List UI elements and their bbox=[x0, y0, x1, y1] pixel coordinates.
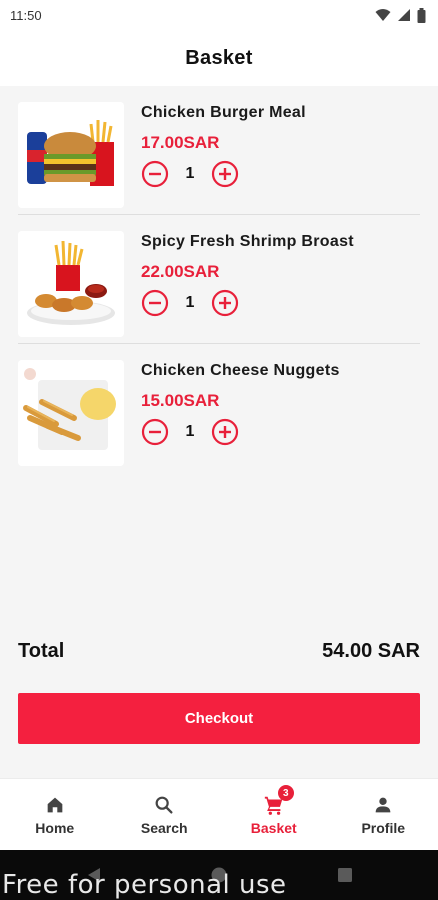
app-header: Basket bbox=[0, 30, 438, 86]
basket-item: Spicy Fresh Shrimp Broast 22.00SAR 1 bbox=[18, 215, 420, 344]
cart-icon: 3 bbox=[262, 785, 294, 817]
status-bar: 11:50 bbox=[0, 0, 438, 30]
shrimp-broast-image bbox=[18, 231, 124, 337]
wifi-icon bbox=[375, 9, 391, 21]
status-icons bbox=[375, 7, 426, 23]
plus-icon[interactable] bbox=[211, 160, 239, 188]
burger-meal-image bbox=[18, 102, 124, 208]
product-image bbox=[18, 231, 124, 337]
cart-count-badge: 3 bbox=[277, 785, 294, 801]
quantity-stepper: 1 bbox=[141, 289, 239, 317]
person-icon bbox=[371, 793, 395, 817]
item-price: 22.00SAR bbox=[141, 262, 220, 281]
product-image bbox=[18, 102, 124, 208]
nav-item-home[interactable]: Home bbox=[0, 779, 110, 850]
quantity-value: 1 bbox=[185, 423, 195, 440]
recents-icon[interactable] bbox=[337, 867, 353, 883]
nav-item-profile[interactable]: Profile bbox=[329, 779, 438, 850]
nav-label: Home bbox=[35, 820, 75, 836]
nav-item-search[interactable]: Search bbox=[110, 779, 220, 850]
minus-icon[interactable] bbox=[141, 289, 169, 317]
total-row: Total 54.00 SAR bbox=[18, 640, 420, 663]
nav-label: Search bbox=[140, 820, 188, 836]
cheese-nuggets-image bbox=[18, 360, 124, 466]
nav-item-basket[interactable]: 3 Basket bbox=[219, 779, 329, 850]
quantity-stepper: 1 bbox=[141, 418, 239, 446]
battery-icon bbox=[417, 7, 426, 23]
plus-icon[interactable] bbox=[211, 289, 239, 317]
quantity-stepper: 1 bbox=[141, 160, 239, 188]
basket-item: Chicken Cheese Nuggets 15.00SAR 1 bbox=[18, 344, 420, 473]
item-name: Chicken Burger Meal bbox=[141, 104, 306, 121]
bottom-nav: Home Search 3 Basket Profile bbox=[0, 778, 438, 850]
item-price: 17.00SAR bbox=[141, 133, 220, 152]
minus-icon[interactable] bbox=[141, 160, 169, 188]
basket-item: Chicken Burger Meal 17.00SAR 1 bbox=[18, 86, 420, 215]
page-title: Basket bbox=[185, 46, 253, 69]
checkout-button[interactable]: Checkout bbox=[18, 693, 420, 744]
quantity-value: 1 bbox=[185, 165, 195, 182]
item-price: 15.00SAR bbox=[141, 391, 220, 410]
plus-icon[interactable] bbox=[211, 418, 239, 446]
quantity-value: 1 bbox=[185, 294, 195, 311]
watermark-text: Free for personal use bbox=[2, 870, 287, 900]
signal-icon bbox=[398, 9, 410, 21]
product-image bbox=[18, 360, 124, 466]
total-value: 54.00 SAR bbox=[322, 640, 420, 662]
item-name: Spicy Fresh Shrimp Broast bbox=[141, 233, 354, 250]
status-time: 11:50 bbox=[10, 7, 42, 23]
item-name: Chicken Cheese Nuggets bbox=[141, 362, 340, 379]
nav-label: Profile bbox=[361, 820, 406, 836]
minus-icon[interactable] bbox=[141, 418, 169, 446]
nav-label: Basket bbox=[250, 820, 297, 836]
search-icon bbox=[152, 793, 176, 817]
total-label: Total bbox=[18, 640, 65, 662]
home-icon bbox=[43, 793, 67, 817]
basket-list: Chicken Burger Meal 17.00SAR 1 Spicy Fre… bbox=[0, 86, 438, 473]
